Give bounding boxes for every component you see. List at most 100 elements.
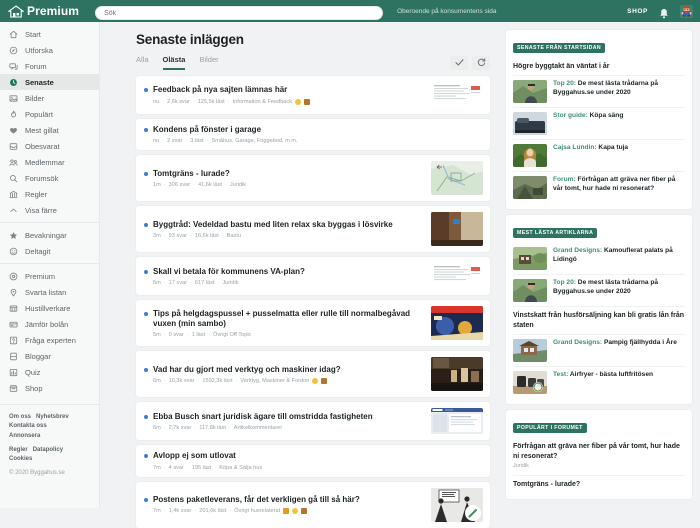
sidebar-item-label: Mest gillat <box>25 125 59 135</box>
thread-forum[interactable]: Information & Feedback <box>233 99 292 105</box>
thread-title[interactable]: Byggtråd: Vedeldad bastu med liten relax… <box>153 220 393 230</box>
sidebar-article-item[interactable]: Stor guide: Köpa säng <box>513 108 685 141</box>
tab-alla[interactable]: Alla <box>136 55 149 70</box>
sidebar-article-item[interactable]: Cajsa Lundin: Kapa tuja <box>513 140 685 173</box>
thread-thumbnail[interactable] <box>431 306 483 341</box>
sidebar-item-deltagit[interactable]: Deltagit <box>0 243 99 259</box>
sidebar-article-item[interactable]: Grand Designs: Pampig fjällhydda i Åre <box>513 335 685 368</box>
thread-title[interactable]: Ebba Busch snart juridisk ägare till oms… <box>153 412 373 422</box>
thread-row[interactable]: Byggtråd: Vedeldad bastu med liten relax… <box>136 206 490 253</box>
thread-title[interactable]: Avlopp ej som utlovat <box>153 451 236 461</box>
thread-forum[interactable]: Övrigt Off Topic <box>213 332 251 338</box>
sidebar-item-bloggar[interactable]: Bloggar <box>0 348 99 364</box>
thread-row[interactable]: Ebba Busch snart juridisk ägare till oms… <box>136 402 490 441</box>
thread-body: Feedback på nya sajten lämnas här nu · 2,6k… <box>144 85 424 105</box>
sidebar-item-visa-f-rre[interactable]: Visa färre <box>0 202 99 218</box>
footer-link-datapolicy[interactable]: Datapolicy <box>33 446 63 455</box>
sidebar-article-item[interactable]: Högre byggtakt än väntat i år <box>513 58 685 77</box>
tab-olästa[interactable]: Olästa <box>162 55 186 70</box>
thread-row[interactable]: Avlopp ej som utlovat 7m · 4 svar · 195 läst ·… <box>136 445 490 477</box>
thread-row[interactable]: Vad har du gjort med verktyg och maskine… <box>136 351 490 398</box>
thread-title[interactable]: Kondens på fönster i garage <box>153 125 261 135</box>
thread-forum[interactable]: Småhus, Garage, Friggebod, m.m. <box>211 138 297 144</box>
footer-link-om-oss[interactable]: Om oss <box>9 413 31 422</box>
footer-link-annonsera[interactable]: Annonsera <box>9 432 40 441</box>
sidebar-item-premium[interactable]: Premium <box>0 268 99 284</box>
footer-link-nyhetsbrev[interactable]: Nyhetsbrev <box>36 413 69 422</box>
thread-row[interactable]: Kondens på fönster i garage nu · 2 svar · 3 l… <box>136 119 490 151</box>
footer-link-regler[interactable]: Regler <box>9 446 28 455</box>
thread-thumbnail[interactable] <box>431 161 483 196</box>
sidebar-item-forum[interactable]: Forum <box>0 58 99 74</box>
sidebar-item-medlemmar[interactable]: Medlemmar <box>0 154 99 170</box>
thread-title[interactable]: Postens paketleverans, får det verkligen… <box>153 495 360 505</box>
thread-row[interactable]: Feedback på nya sajten lämnas här nu · 2,6k… <box>136 76 490 114</box>
thread-forum[interactable]: Artikelkommentarer <box>234 425 283 431</box>
thread-title-row: Ebba Busch snart juridisk ägare till oms… <box>144 412 424 422</box>
sidebar-item-start[interactable]: Start <box>0 26 99 42</box>
thread-thumbnail[interactable] <box>431 487 483 522</box>
thread-meta: 5m · 17 svar · 617 läst · Juridik <box>153 280 424 286</box>
sidebar-item-hustillverkare[interactable]: Hustillverkare <box>0 300 99 316</box>
sidebar-item-regler[interactable]: Regler <box>0 186 99 202</box>
thread-title[interactable]: Vad har du gjort med verktyg och maskine… <box>153 365 341 375</box>
meta-separator: · <box>163 233 166 240</box>
forum-icon <box>9 62 18 71</box>
sidebar-article-item[interactable]: Tomtgräns - lurade? <box>513 476 685 493</box>
user-avatar[interactable] <box>680 4 693 18</box>
thread-thumbnail[interactable] <box>431 408 483 435</box>
thread-thumbnail[interactable] <box>431 212 483 247</box>
sidebar-article-item[interactable]: Top 20: De mest lästa trådarna på Byggah… <box>513 76 685 109</box>
thread-forum[interactable]: Verktyg, Maskiner & Fordon <box>240 378 309 384</box>
thread-row[interactable]: Skall vi betala för kommunens VA-plan? 5m… <box>136 257 490 296</box>
sidebar-item-mest-gillat[interactable]: Mest gillat <box>0 122 99 138</box>
sidebar-item-senaste[interactable]: Senaste <box>0 74 99 90</box>
sidebar-item-svarta-listan[interactable]: Svarta listan <box>0 284 99 300</box>
thread-row[interactable]: Tips på helgdagspussel + pusselmatta ell… <box>136 300 490 347</box>
tab-bilder[interactable]: Bilder <box>199 55 218 70</box>
sidebar-item-forums-k[interactable]: Forumsök <box>0 170 99 186</box>
meta-separator: · <box>228 425 231 432</box>
sidebar-article-item[interactable]: Vinstskatt från husförsäljning kan bli g… <box>513 307 685 336</box>
footer-link-cookies[interactable]: Cookies <box>9 455 32 464</box>
sidebar-item-shop[interactable]: Shop <box>0 380 99 396</box>
thread-thumbnail[interactable] <box>431 82 483 108</box>
thread-forum[interactable]: Bastu <box>227 233 241 239</box>
sidebar-item-fr-ga-experten[interactable]: Fråga experten <box>0 332 99 348</box>
sidebar-item-popul-rt[interactable]: Populärt <box>0 106 99 122</box>
thread-forum[interactable]: Juridik <box>222 280 238 286</box>
sidebar-item-obesvarat[interactable]: Obesvarat <box>0 138 99 154</box>
shop-link[interactable]: SHOP <box>627 8 648 15</box>
sidebar-item-utforska[interactable]: Utforska <box>0 42 99 58</box>
sidebar-article-item[interactable]: Test: Airfryer - bästa luftfritösen <box>513 367 685 398</box>
thread-thumbnail[interactable] <box>431 357 483 392</box>
thread-forum[interactable]: Köpa & Sälja hus <box>219 465 262 471</box>
search-input[interactable] <box>95 6 384 21</box>
thread-title[interactable]: Tips på helgdagspussel + pusselmatta ell… <box>153 309 424 330</box>
thread-time: nu <box>153 138 160 145</box>
thread-thumbnail[interactable] <box>431 263 483 290</box>
thread-title[interactable]: Feedback på nya sajten lämnas här <box>153 85 287 95</box>
footer-link-kontakta-oss[interactable]: Kontakta oss <box>9 422 47 431</box>
sidebar-article-item[interactable]: Top 20: De mest lästa trådarna på Byggah… <box>513 275 685 308</box>
meta-separator: · <box>186 332 189 339</box>
sidebar-article-item[interactable]: Förfrågan att gräva ner fiber på vår tom… <box>513 438 685 476</box>
thread-row[interactable]: Postens paketleverans, får det verkligen… <box>136 481 490 528</box>
thread-forum[interactable]: Juridik <box>230 182 246 188</box>
sidebar-item-bilder[interactable]: Bilder <box>0 90 99 106</box>
sidebar-item-j-mf-r-bol-n[interactable]: Jämför bolån <box>0 316 99 332</box>
sidebar-item-quiz[interactable]: Quiz <box>0 364 99 380</box>
sidebar-article-item[interactable]: Grand Designs: Kamouflerat palats på Lid… <box>513 243 685 276</box>
mark-read-button[interactable] <box>450 55 468 70</box>
thread-title[interactable]: Skall vi betala för kommunens VA-plan? <box>153 267 305 277</box>
house-logo-icon <box>7 4 25 18</box>
sidebar-article-text: Stor guide: Köpa säng <box>553 112 623 121</box>
thread-title[interactable]: Tomtgräns - lurade? <box>153 169 230 179</box>
thread-row[interactable]: Tomtgräns - lurade? 1m · 306 svar · 41,6k läs… <box>136 155 490 202</box>
bell-icon[interactable] <box>659 6 669 18</box>
sidebar-item-bevakningar[interactable]: Bevakningar <box>0 227 99 243</box>
thread-forum[interactable]: Övrigt husrelaterat <box>234 508 280 514</box>
brand-logo-link[interactable]: Premium <box>7 4 79 18</box>
refresh-button[interactable] <box>472 55 490 70</box>
sidebar-article-item[interactable]: Forum: Förfrågan att gräva ner fiber på … <box>513 172 685 203</box>
